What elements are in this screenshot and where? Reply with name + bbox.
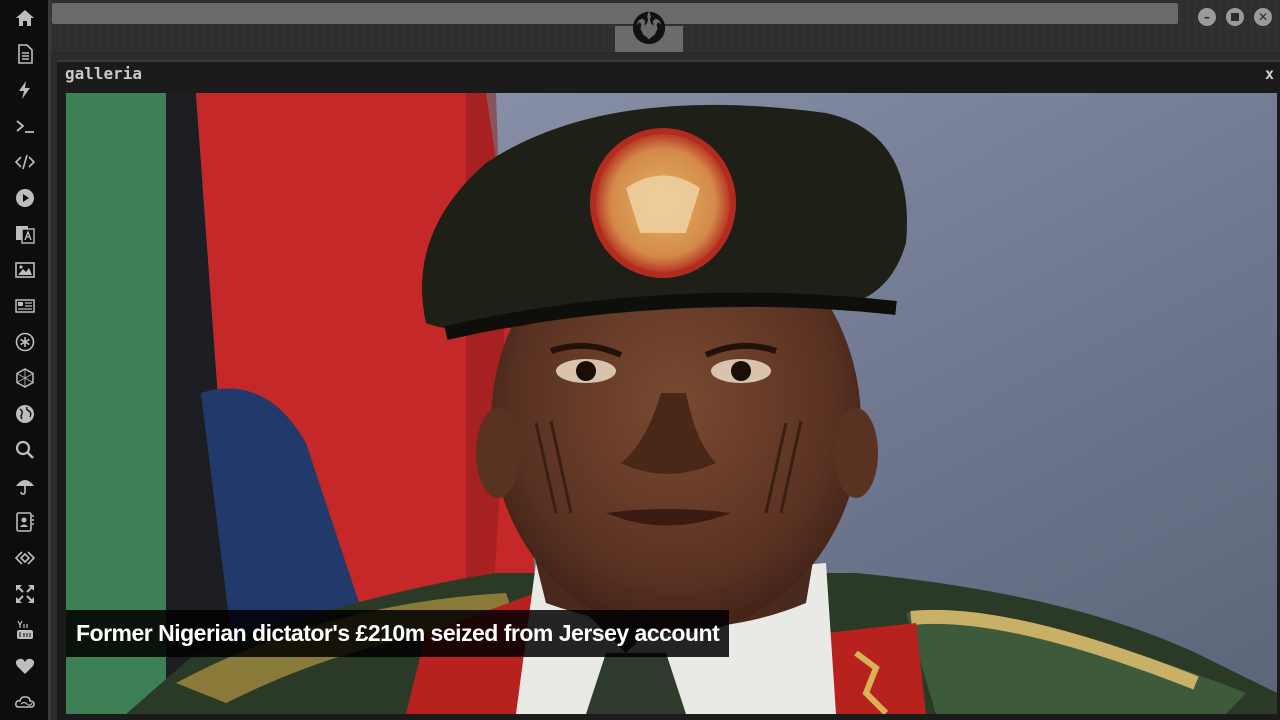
photo-caption: Former Nigerian dictator's £210m seized … <box>66 610 729 657</box>
caption-text: Former Nigerian dictator's £210m seized … <box>76 620 720 646</box>
search-icon[interactable] <box>12 437 38 463</box>
play-icon[interactable] <box>12 185 38 211</box>
document-icon[interactable] <box>12 41 38 67</box>
lightning-icon[interactable] <box>12 77 38 103</box>
home-icon[interactable] <box>12 5 38 31</box>
minimize-button[interactable]: – <box>1198 8 1216 26</box>
umbrella-icon[interactable] <box>12 473 38 499</box>
close-window-button[interactable]: ✕ <box>1254 8 1272 26</box>
contacts-icon[interactable] <box>12 509 38 535</box>
terminal-icon[interactable] <box>12 113 38 139</box>
youtube-icon[interactable] <box>12 617 38 643</box>
asterisk-icon[interactable] <box>12 329 38 355</box>
window-close-button[interactable]: x <box>1265 65 1274 83</box>
diamond-code-icon[interactable] <box>12 545 38 571</box>
globe-icon[interactable] <box>12 401 38 427</box>
rebel-alliance-logo-icon <box>632 10 666 45</box>
dock-divider <box>48 0 51 720</box>
maximize-button[interactable] <box>1226 8 1244 26</box>
newspaper-icon[interactable] <box>12 293 38 319</box>
address-bar[interactable] <box>52 3 1178 24</box>
translate-icon[interactable] <box>12 221 38 247</box>
app-dock <box>0 0 48 720</box>
window-title: galleria <box>65 64 143 83</box>
expand-icon[interactable] <box>12 581 38 607</box>
cloud-icon[interactable] <box>12 689 38 715</box>
image-icon[interactable] <box>12 257 38 283</box>
heart-icon[interactable] <box>12 653 38 679</box>
code-icon[interactable] <box>12 149 38 175</box>
hexagon-icon[interactable] <box>12 365 38 391</box>
